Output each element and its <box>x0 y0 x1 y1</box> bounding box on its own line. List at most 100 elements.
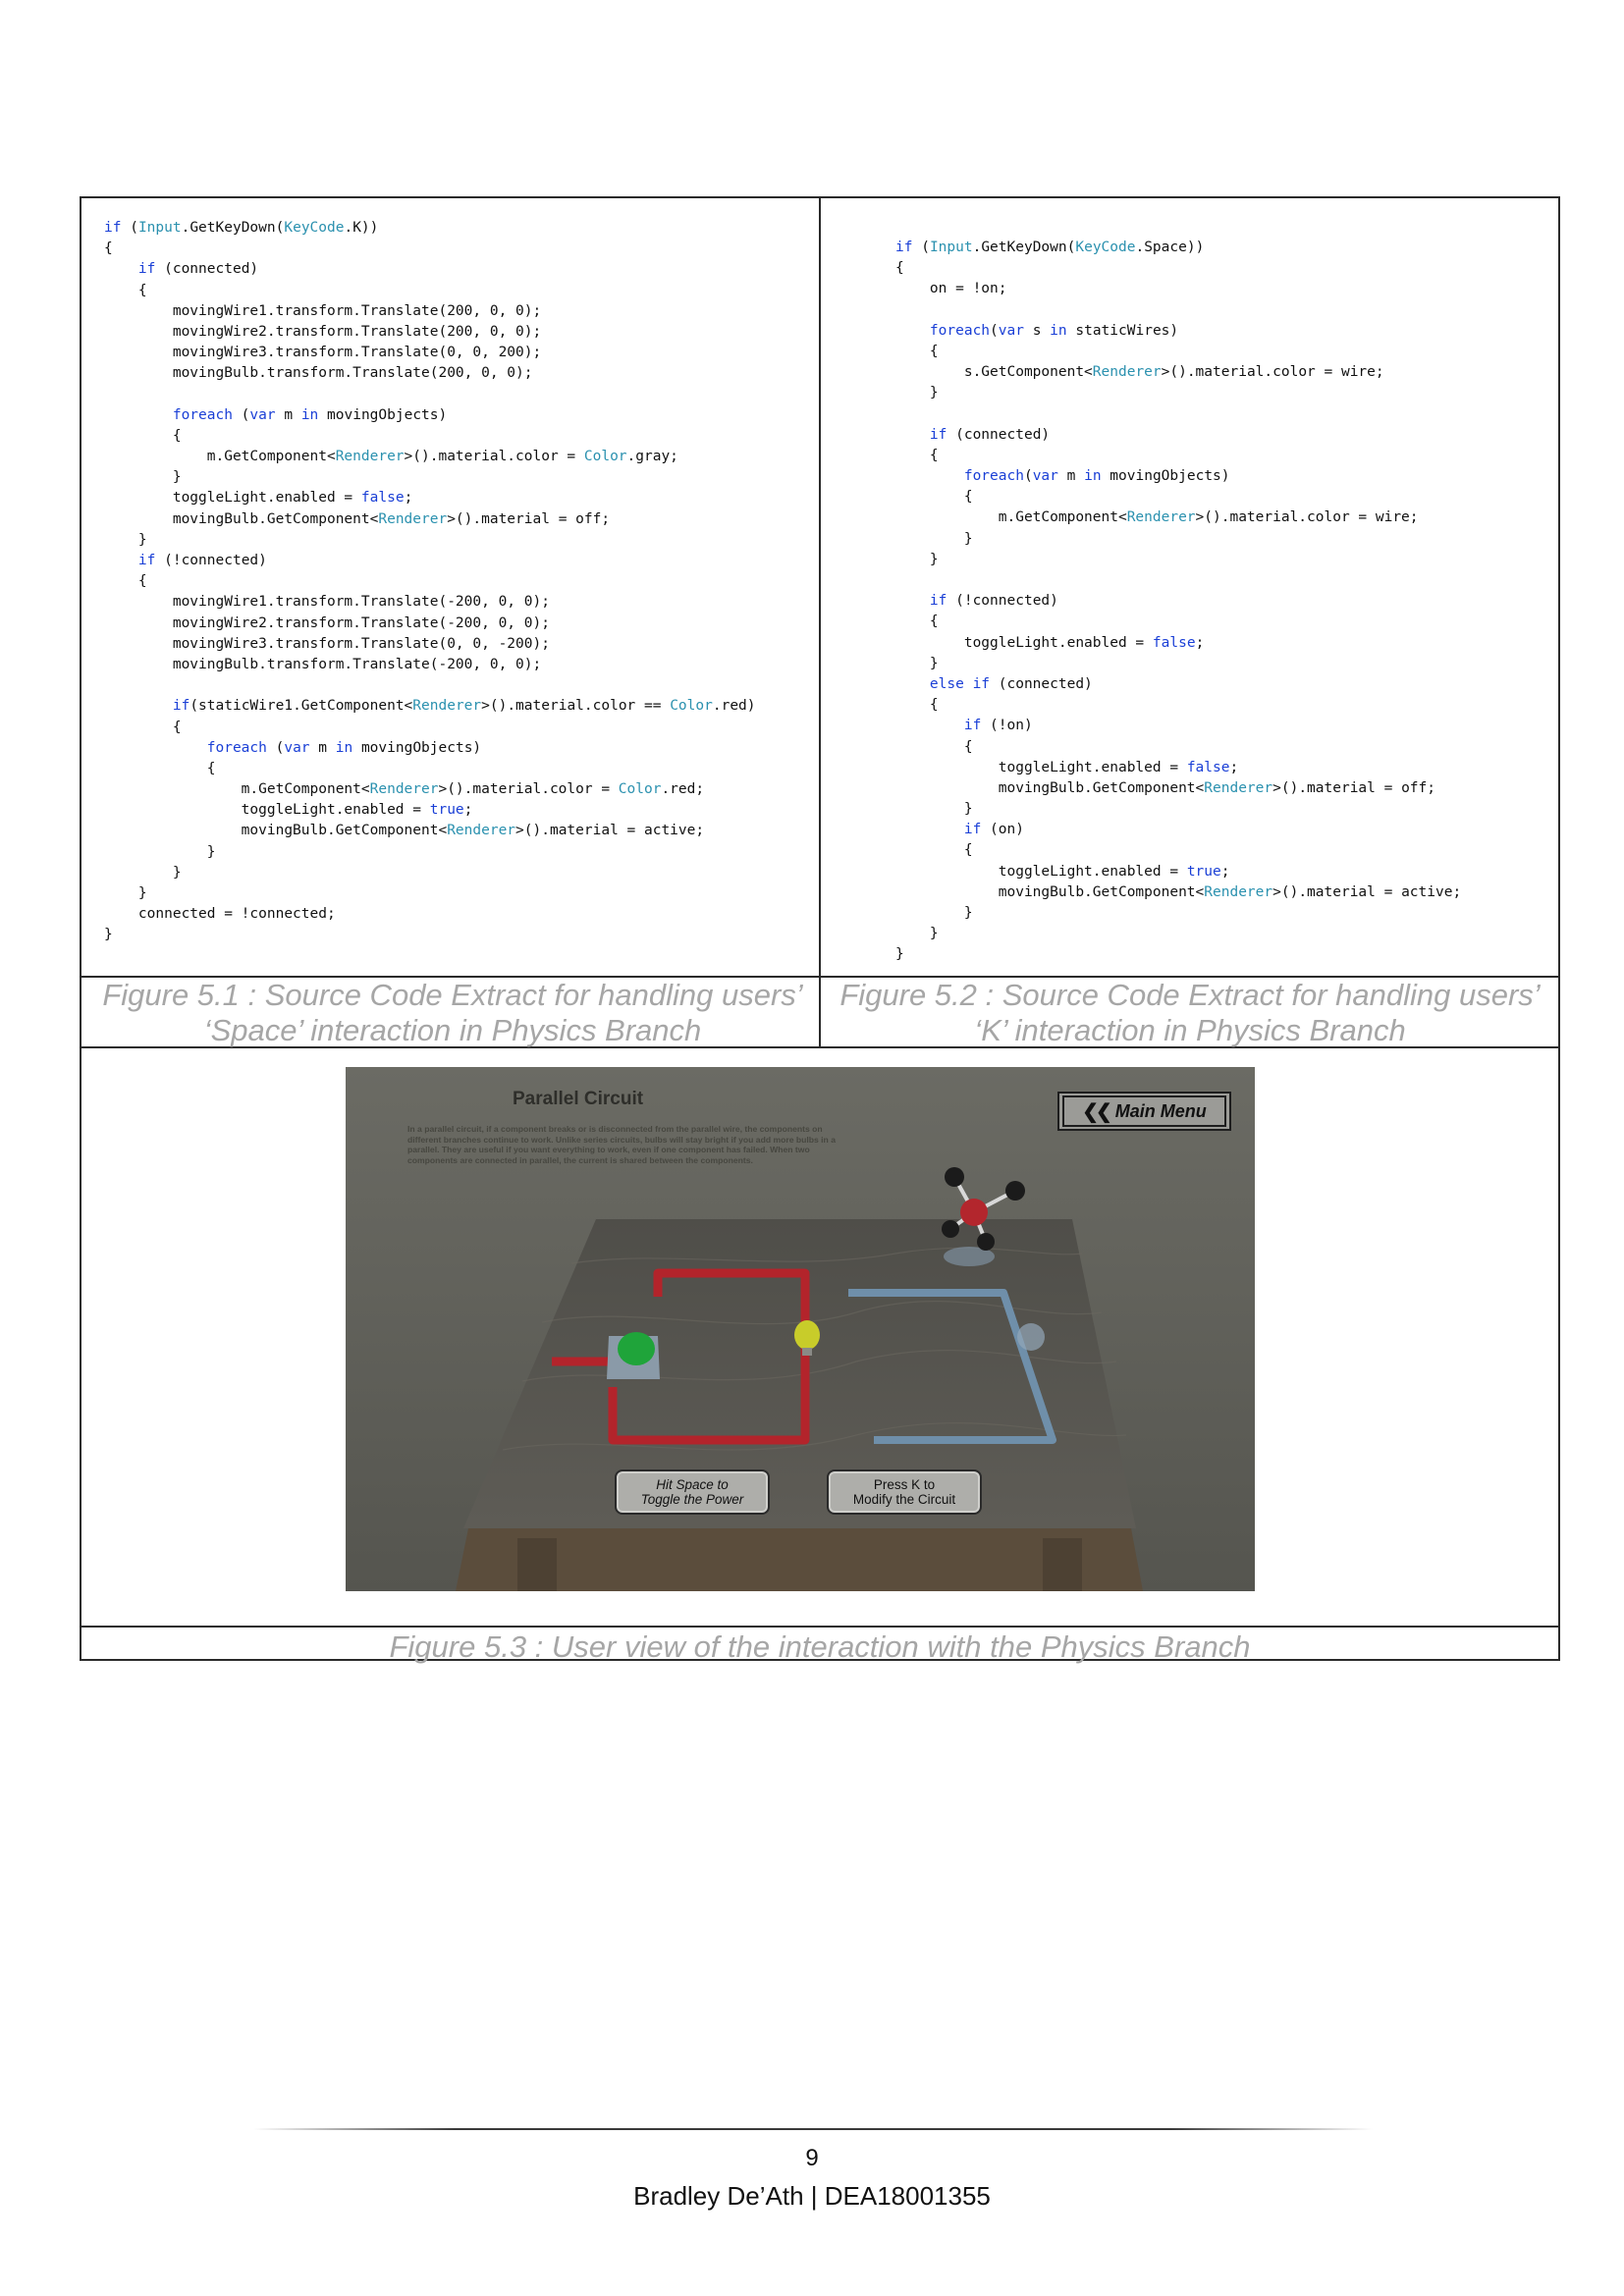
hint-modify-circuit-label: Press K to Modify the Circuit <box>852 1477 956 1507</box>
unlit-bulb <box>1017 1323 1045 1351</box>
code-token: ; <box>404 490 413 507</box>
code-token: if <box>929 593 947 610</box>
code-token: movingBulb.transform.Translate(200, 0, 0… <box>104 365 533 382</box>
code-token: Color <box>583 449 627 465</box>
footer-rule <box>253 2128 1373 2130</box>
code-line: } <box>104 925 756 945</box>
code-token: if <box>137 261 156 278</box>
code-line: if (!connected) <box>104 551 756 571</box>
code-token: var <box>998 322 1024 339</box>
lit-bulb <box>794 1320 820 1350</box>
code-token: movingBulb.GetComponent< <box>104 510 379 527</box>
main-menu-button[interactable]: ❮❮ Main Menu <box>1057 1092 1231 1131</box>
code-token: } <box>895 530 973 547</box>
code-token: movingWire2.transform.Translate(-200, 0,… <box>104 614 550 631</box>
code-token: s <box>1023 322 1051 339</box>
code-line: movingWire3.transform.Translate(0, 0, -2… <box>104 634 756 655</box>
caption-figure-5-2: Figure 5.2 : Source Code Extract for han… <box>839 978 1541 1047</box>
code-token: { <box>104 240 113 257</box>
scene-title: Parallel Circuit <box>513 1089 644 1109</box>
code-token: in <box>1050 322 1067 339</box>
code-token: movingObjects) <box>318 406 448 423</box>
code-token: movingObjects) <box>1101 468 1230 485</box>
code-line: } <box>895 799 1461 820</box>
hint-toggle-power: Hit Space to Toggle the Power <box>615 1469 770 1515</box>
code-line: movingBulb.GetComponent<Renderer>().mate… <box>104 821 756 841</box>
code-token: .red) <box>712 698 756 715</box>
code-line: } <box>104 467 756 488</box>
code-token: foreach <box>172 406 233 423</box>
code-token: true <box>1186 863 1221 880</box>
code-token: Renderer <box>378 510 448 527</box>
code-token: on = !on; <box>895 281 1007 297</box>
code-token: Renderer <box>412 698 482 715</box>
code-token: Renderer <box>447 823 516 839</box>
code-token: } <box>104 927 113 943</box>
code-token: Input <box>929 240 973 255</box>
code-token: if <box>104 220 122 236</box>
code-token: >().material.color = wire; <box>1195 509 1419 526</box>
code-line: if (Input.GetKeyDown(KeyCode.Space)) <box>895 238 1461 258</box>
code-token: { <box>104 573 147 590</box>
code-line: { <box>104 239 756 259</box>
code-line: { <box>895 840 1461 861</box>
code-line: toggleLight.enabled = false; <box>895 633 1461 654</box>
code-line: foreach(var m in movingObjects) <box>895 466 1461 487</box>
code-line: foreach (var m in movingObjects) <box>104 405 756 426</box>
code-line: foreach(var s in staticWires) <box>895 321 1461 342</box>
code-token: ( <box>990 322 999 339</box>
code-line: on = !on; <box>895 279 1461 299</box>
code-token: Input <box>137 220 182 236</box>
code-token: KeyCode <box>284 220 345 236</box>
code-token: false <box>360 490 405 507</box>
code-token: } <box>104 864 182 881</box>
code-token: Renderer <box>1204 779 1273 796</box>
code-line: } <box>895 550 1461 570</box>
code-token: ( <box>232 406 250 423</box>
code-line: movingWire2.transform.Translate(200, 0, … <box>104 322 756 343</box>
code-line: if (!connected) <box>895 591 1461 612</box>
hint-toggle-power-label: Hit Space to Toggle the Power <box>640 1477 744 1507</box>
code-token: .Space)) <box>1135 240 1205 255</box>
caption-figure-5-1: Figure 5.1 : Source Code Extract for han… <box>102 978 803 1047</box>
code-token: connected = !connected; <box>104 906 336 923</box>
row-divider-caption3 <box>80 1626 1560 1628</box>
code-token: else if <box>929 675 991 692</box>
code-line: } <box>895 383 1461 403</box>
code-token: .gray; <box>626 449 678 465</box>
code-line: { <box>104 571 756 592</box>
code-token: m <box>275 406 301 423</box>
code-line: { <box>104 281 756 301</box>
code-line: movingBulb.transform.Translate(-200, 0, … <box>104 655 756 675</box>
code-line: m.GetComponent<Renderer>().material.colo… <box>104 447 756 467</box>
code-token: { <box>895 614 939 630</box>
code-token: if <box>895 240 913 255</box>
code-line: } <box>895 944 1461 965</box>
code-token: >().material = active; <box>515 823 705 839</box>
code-line: if (!on) <box>895 716 1461 736</box>
code-token: m <box>1057 468 1085 485</box>
code-token: { <box>104 760 216 776</box>
code-token: (!connected) <box>155 553 267 568</box>
code-token: } <box>895 946 904 963</box>
code-token: .GetKeyDown( <box>181 220 285 236</box>
scene-description: In a parallel circuit, if a component br… <box>407 1124 836 1165</box>
code-token: >().material = off; <box>1272 779 1435 796</box>
code-token: >().material.color = <box>404 449 584 465</box>
code-token: toggleLight.enabled = <box>895 634 1153 651</box>
page-number: 9 <box>805 2145 819 2171</box>
code-token: ; <box>463 802 473 819</box>
code-token: { <box>895 697 939 714</box>
code-token: { <box>104 719 182 735</box>
code-line: { <box>104 759 756 779</box>
code-token: movingWire3.transform.Translate(0, 0, 20… <box>104 345 542 361</box>
code-token: if <box>929 426 947 443</box>
code-token: movingWire1.transform.Translate(-200, 0,… <box>104 594 550 611</box>
code-token: Renderer <box>335 449 405 465</box>
code-line: } <box>895 529 1461 550</box>
